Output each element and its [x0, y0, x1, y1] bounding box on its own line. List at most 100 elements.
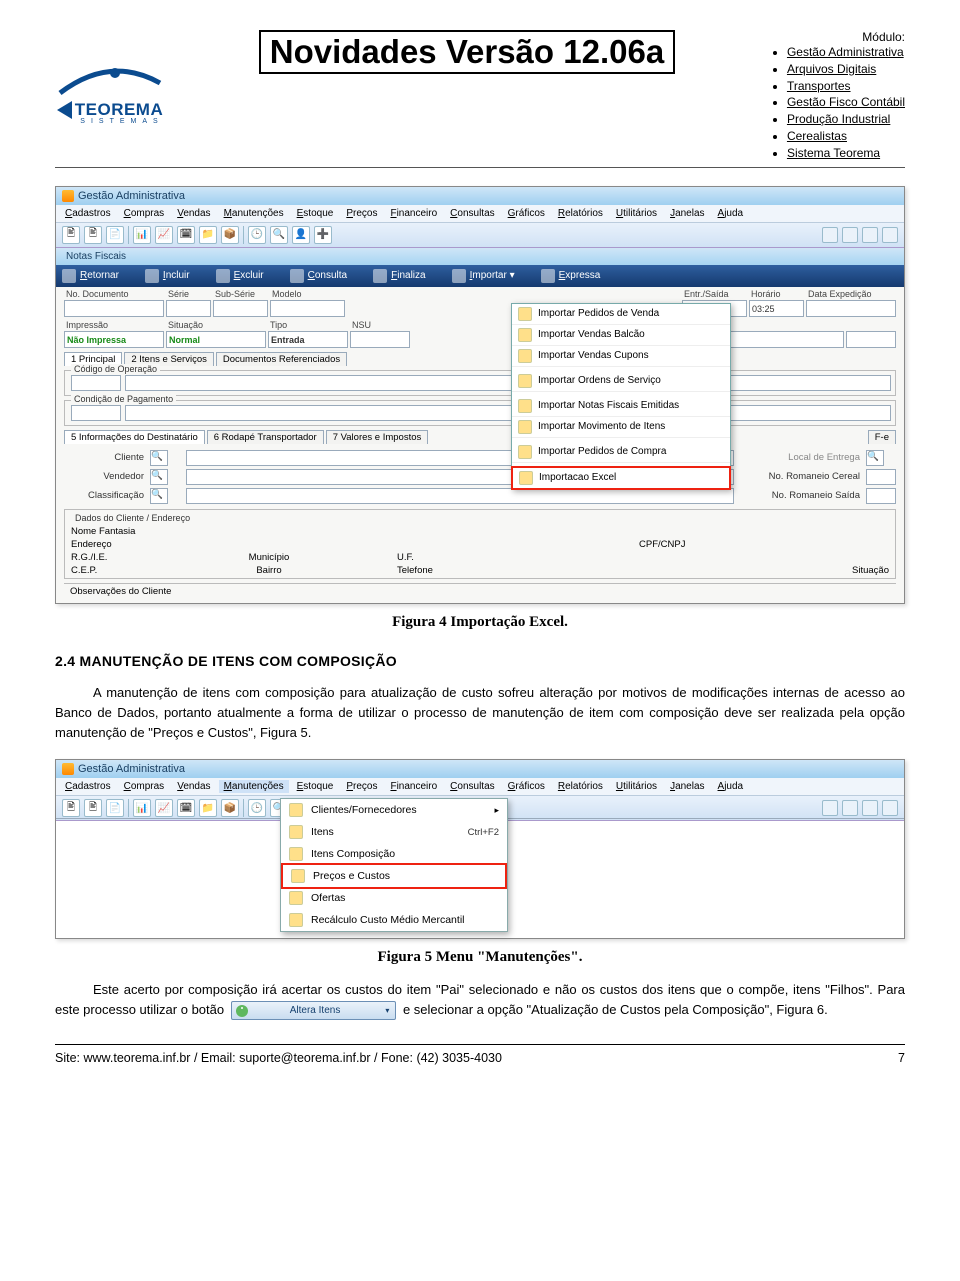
input-rom-saida[interactable] — [866, 488, 896, 504]
menu-popup-item[interactable]: Recálculo Custo Médio Mercantil — [281, 909, 507, 931]
toolbar-icon[interactable]: 📈 — [155, 799, 173, 817]
menu-item[interactable]: Relatórios — [553, 780, 608, 793]
input-impressao[interactable]: Não Impressa — [64, 331, 164, 348]
input-rom-cereal[interactable] — [866, 469, 896, 485]
menu-item[interactable]: Ajuda — [713, 780, 749, 793]
toolbar-icon[interactable]: 📄 — [106, 226, 124, 244]
menu-item[interactable]: Financeiro — [385, 780, 442, 793]
menu-item[interactable]: Ajuda — [713, 207, 749, 220]
toolbar-icon[interactable]: 📁 — [199, 226, 217, 244]
menu-popup-item[interactable]: Itens Composição — [281, 843, 507, 865]
menu-popup-item[interactable]: ItensCtrl+F2 — [281, 821, 507, 843]
action-button[interactable]: Incluir — [145, 269, 190, 283]
toolbar-icon[interactable]: 🖹 — [84, 226, 102, 244]
input-codigo-op-desc[interactable] — [125, 375, 543, 391]
toolbar-icon[interactable]: ➕ — [314, 226, 332, 244]
facebook-icon[interactable] — [842, 800, 858, 816]
toolbar-icon[interactable]: 🖹 — [84, 799, 102, 817]
input-small[interactable] — [846, 331, 896, 348]
toolbar-icon[interactable]: 🕒 — [248, 799, 266, 817]
menu-item[interactable]: Estoque — [292, 780, 339, 793]
toolbar-icon[interactable]: 📁 — [199, 799, 217, 817]
menu-item[interactable]: Estoque — [292, 207, 339, 220]
toolbar-icon[interactable]: 🖹 — [62, 226, 80, 244]
menu-item[interactable]: Compras — [119, 207, 170, 220]
menu-item[interactable]: Preços — [341, 207, 382, 220]
menu-popup-item[interactable]: Clientes/Fornecedores▸ — [281, 799, 507, 821]
input-nsu[interactable] — [350, 331, 410, 348]
altera-itens-button[interactable]: Altera Itens▾ — [231, 1001, 397, 1021]
input-classificacao[interactable] — [186, 488, 734, 504]
twitter-icon[interactable] — [822, 800, 838, 816]
twitter-icon[interactable] — [822, 227, 838, 243]
toolbar-icon[interactable]: 🕒 — [248, 226, 266, 244]
tab[interactable]: 6 Rodapé Transportador — [207, 430, 324, 444]
toolbar-icon[interactable]: 🖹 — [62, 799, 80, 817]
toolbar-icon[interactable]: 📦 — [221, 226, 239, 244]
menu-item[interactable]: Relatórios — [553, 207, 608, 220]
app-icon[interactable] — [862, 800, 878, 816]
dropdown-item[interactable]: Importar Movimento de Itens — [512, 417, 730, 438]
dropdown-item[interactable]: Importar Pedidos de Venda — [512, 304, 730, 325]
menu-item[interactable]: Vendas — [172, 207, 215, 220]
menu-item[interactable]: Gráficos — [503, 780, 550, 793]
action-button[interactable]: Retornar — [62, 269, 119, 283]
menu-item[interactable]: Consultas — [445, 207, 499, 220]
action-button[interactable]: Expressa — [541, 269, 601, 283]
tab[interactable]: Documentos Referenciados — [216, 352, 347, 366]
app-icon[interactable] — [882, 800, 898, 816]
lookup-icon[interactable]: 🔍 — [866, 450, 884, 466]
menu-item[interactable]: Janelas — [665, 207, 709, 220]
input-modelo[interactable] — [270, 300, 345, 317]
input-subserie[interactable] — [213, 300, 268, 317]
toolbar-icon[interactable]: 📊 — [133, 226, 151, 244]
toolbar-icon[interactable]: 📄 — [106, 799, 124, 817]
action-button[interactable]: Excluir — [216, 269, 264, 283]
action-button[interactable]: Finaliza — [373, 269, 425, 283]
input-cond-pag-desc[interactable] — [125, 405, 543, 421]
app-icon[interactable] — [882, 227, 898, 243]
toolbar-icon[interactable]: 📊 — [133, 799, 151, 817]
action-button[interactable]: Importar ▾ — [452, 269, 515, 283]
menu-item[interactable]: Compras — [119, 780, 170, 793]
dropdown-item[interactable]: Importar Pedidos de Compra — [512, 442, 730, 463]
menu-item[interactable]: Consultas — [445, 780, 499, 793]
dropdown-item[interactable]: Importar Notas Fiscais Emitidas — [512, 396, 730, 417]
menu-item[interactable]: Cadastros — [60, 780, 116, 793]
input-horario[interactable]: 03:25 — [749, 300, 804, 317]
tab[interactable]: 5 Informações do Destinatário — [64, 430, 205, 444]
dropdown-item[interactable]: Importar Vendas Cupons — [512, 346, 730, 367]
menu-item[interactable]: Manutenções — [219, 207, 289, 220]
input-cond-pag-code[interactable] — [71, 405, 121, 421]
menu-item[interactable]: Preços — [341, 780, 382, 793]
menu-item[interactable]: Financeiro — [385, 207, 442, 220]
menu-item[interactable]: Cadastros — [60, 207, 116, 220]
input-serie[interactable] — [166, 300, 211, 317]
menu-item[interactable]: Janelas — [665, 780, 709, 793]
action-button[interactable]: Consulta — [290, 269, 347, 283]
lookup-icon[interactable]: 🔍 — [150, 469, 168, 485]
toolbar-icon[interactable]: 📈 — [155, 226, 173, 244]
menu-popup-item[interactable]: Ofertas — [281, 887, 507, 909]
app-icon[interactable] — [862, 227, 878, 243]
input-codigo-op-code[interactable] — [71, 375, 121, 391]
input-situacao[interactable]: Normal — [166, 331, 266, 348]
menu-item[interactable]: Gráficos — [503, 207, 550, 220]
menu-item[interactable]: Utilitários — [611, 207, 662, 220]
facebook-icon[interactable] — [842, 227, 858, 243]
toolbar-icon[interactable]: 🗓 — [177, 799, 195, 817]
input-tipo[interactable]: Entrada — [268, 331, 348, 348]
menu-item[interactable]: Vendas — [172, 780, 215, 793]
toolbar-icon[interactable]: 🔍 — [270, 226, 288, 244]
lookup-icon[interactable]: 🔍 — [150, 450, 168, 466]
dropdown-item[interactable]: Importacao Excel — [511, 466, 731, 490]
menu-popup-item[interactable]: Preços e Custos — [281, 863, 507, 889]
lookup-icon[interactable]: 🔍 — [150, 488, 168, 504]
tab[interactable]: 7 Valores e Impostos — [326, 430, 429, 444]
tab[interactable]: F-e — [868, 430, 896, 444]
input-expedicao[interactable] — [806, 300, 896, 317]
toolbar-icon[interactable]: 👤 — [292, 226, 310, 244]
dropdown-item[interactable]: Importar Vendas Balcão — [512, 325, 730, 346]
menu-item[interactable]: Manutenções — [219, 780, 289, 793]
toolbar-icon[interactable]: 📦 — [221, 799, 239, 817]
